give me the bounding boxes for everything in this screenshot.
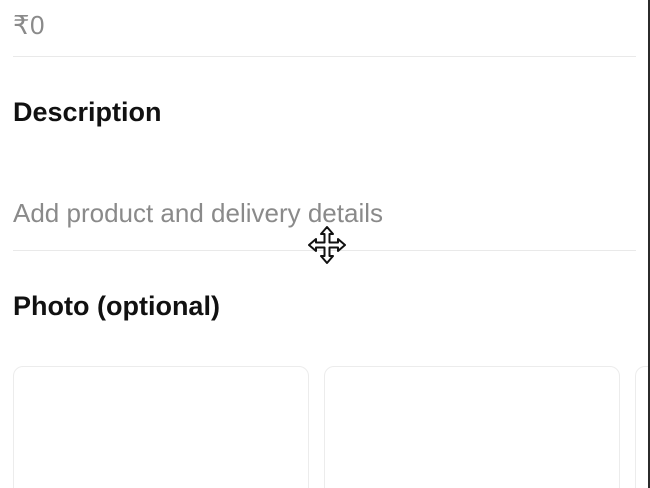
description-heading: Description (13, 97, 162, 127)
photo-heading: Photo (optional) (13, 291, 220, 321)
photo-slot[interactable] (13, 366, 309, 488)
photo-slot[interactable] (324, 366, 620, 488)
price-field[interactable]: ₹0 (13, 4, 636, 57)
move-cursor-icon (308, 226, 346, 264)
price-value: ₹0 (13, 10, 46, 40)
listing-form: ₹0 Description Photo (optional) (0, 0, 650, 488)
